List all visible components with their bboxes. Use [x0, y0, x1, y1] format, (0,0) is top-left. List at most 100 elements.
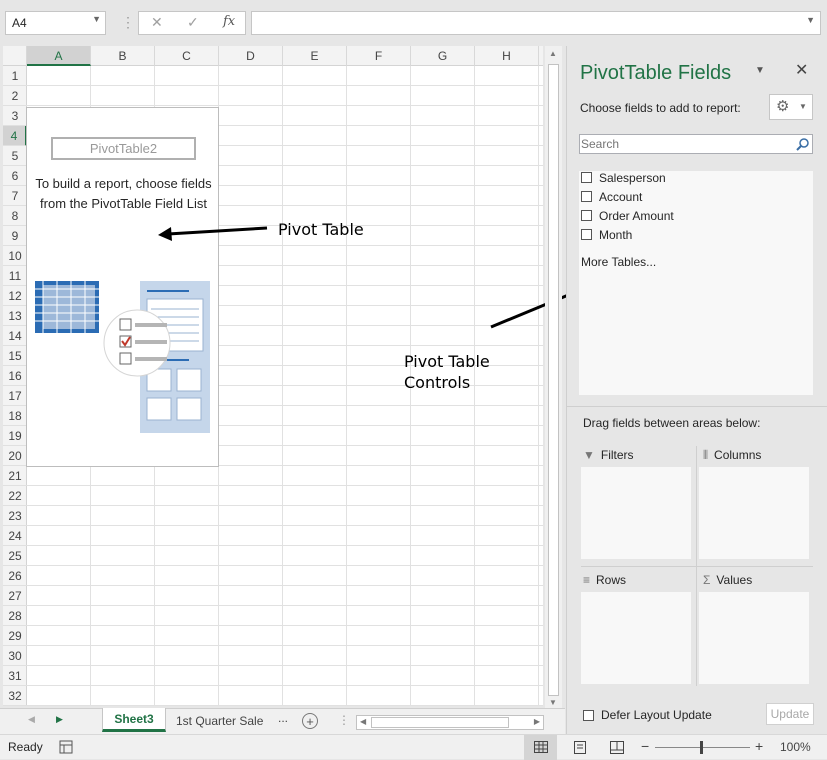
row-header-24[interactable]: 24 [3, 526, 27, 546]
columns-area-header: ⫴ Columns [703, 448, 761, 463]
field-checkbox[interactable] [581, 210, 592, 221]
row-header-8[interactable]: 8 [3, 206, 27, 226]
row-header-29[interactable]: 29 [3, 626, 27, 646]
pane-options-dropdown-icon[interactable]: ▼ [755, 65, 765, 76]
formula-input[interactable]: ▼ [251, 11, 821, 35]
row-header-2[interactable]: 2 [3, 86, 27, 106]
normal-view-button[interactable] [524, 735, 557, 760]
values-drop-area[interactable] [699, 592, 809, 684]
page-layout-view-icon[interactable] [573, 741, 587, 754]
vertical-scroll-thumb[interactable] [548, 64, 559, 696]
more-sheets-icon[interactable]: ... [276, 711, 289, 725]
row-header-13[interactable]: 13 [3, 306, 27, 326]
pivot-table-placeholder[interactable]: PivotTable2 To build a report, choose fi… [26, 107, 219, 467]
row-header-30[interactable]: 30 [3, 646, 27, 666]
row-header-31[interactable]: 31 [3, 666, 27, 686]
name-box[interactable]: A4 ▼ [5, 11, 106, 35]
scroll-left-icon[interactable]: ◀ [360, 717, 366, 726]
zoom-level[interactable]: 100% [780, 740, 811, 754]
scroll-right-icon[interactable]: ▶ [534, 717, 540, 726]
scroll-down-icon[interactable]: ▼ [549, 698, 557, 707]
row-header-17[interactable]: 17 [3, 386, 27, 406]
column-header-a[interactable]: A [27, 46, 91, 66]
row-header-5[interactable]: 5 [3, 146, 27, 166]
row-header-21[interactable]: 21 [3, 466, 27, 486]
row-header-14[interactable]: 14 [3, 326, 27, 346]
new-sheet-icon[interactable]: + [302, 713, 318, 729]
layout-settings-button[interactable]: ⚙ ▼ [769, 94, 813, 120]
field-account[interactable]: Account [581, 187, 642, 206]
row-header-12[interactable]: 12 [3, 286, 27, 306]
select-all-corner[interactable] [3, 46, 27, 66]
row-header-23[interactable]: 23 [3, 506, 27, 526]
column-header-e[interactable]: E [283, 46, 347, 66]
expand-formula-bar-icon[interactable]: ▼ [806, 15, 815, 25]
row-header-26[interactable]: 26 [3, 566, 27, 586]
pivot-table-instructions: To build a report, choose fields from th… [35, 176, 212, 211]
row-header-15[interactable]: 15 [3, 346, 27, 366]
columns-drop-area[interactable] [699, 467, 809, 559]
row-header-28[interactable]: 28 [3, 606, 27, 626]
prev-sheet-icon[interactable]: ◀ [28, 714, 35, 725]
row-header-18[interactable]: 18 [3, 406, 27, 426]
row-header-22[interactable]: 22 [3, 486, 27, 506]
sheet-tab-bar: ◀ ▶ Sheet3 1st Quarter Sale ... + ⋮ ◀ ▶ [0, 708, 565, 734]
sigma-icon: Σ [703, 573, 711, 587]
row-header-10[interactable]: 10 [3, 246, 27, 266]
tab-split-grip-icon[interactable]: ⋮ [338, 713, 350, 727]
row-header-32[interactable]: 32 [3, 686, 27, 706]
row-header-25[interactable]: 25 [3, 546, 27, 566]
row-header-9[interactable]: 9 [3, 226, 27, 246]
macro-record-icon[interactable] [59, 740, 73, 754]
row-header-7[interactable]: 7 [3, 186, 27, 206]
zoom-slider-thumb[interactable] [700, 741, 703, 754]
defer-checkbox[interactable] [583, 709, 594, 721]
row-header-19[interactable]: 19 [3, 426, 27, 446]
field-month[interactable]: Month [581, 225, 632, 244]
field-order-amount[interactable]: Order Amount [581, 206, 674, 225]
field-checkbox[interactable] [581, 172, 592, 183]
row-header-1[interactable]: 1 [3, 66, 27, 86]
zoom-out-icon[interactable]: − [641, 738, 649, 754]
search-icon[interactable] [796, 138, 809, 151]
more-tables-link[interactable]: More Tables... [581, 255, 656, 269]
filters-drop-area[interactable] [581, 467, 691, 559]
close-icon[interactable]: ✕ [795, 60, 808, 80]
column-header-f[interactable]: F [347, 46, 411, 66]
formula-buttons: ✕ ✓ fx [138, 11, 246, 35]
column-header-g[interactable]: G [411, 46, 475, 66]
row-header-11[interactable]: 11 [3, 266, 27, 286]
row-header-4[interactable]: 4 [3, 126, 27, 146]
insert-function-icon[interactable]: fx [223, 14, 235, 29]
search-input[interactable] [581, 136, 786, 152]
row-header-3[interactable]: 3 [3, 106, 27, 126]
horizontal-scrollbar[interactable]: ◀ ▶ [356, 715, 544, 730]
row-header-16[interactable]: 16 [3, 366, 27, 386]
page-break-preview-icon[interactable] [610, 741, 624, 754]
update-button[interactable]: Update [766, 703, 814, 725]
field-salesperson[interactable]: Salesperson [581, 168, 666, 187]
vertical-scrollbar[interactable]: ▲ ▼ [545, 46, 562, 708]
rows-drop-area[interactable] [581, 592, 691, 684]
next-sheet-icon[interactable]: ▶ [56, 714, 63, 725]
name-box-dropdown-icon[interactable]: ▼ [92, 14, 101, 24]
search-box[interactable] [579, 134, 813, 154]
horizontal-scroll-thumb[interactable] [371, 717, 509, 728]
field-checkbox[interactable] [581, 191, 592, 202]
row-header-6[interactable]: 6 [3, 166, 27, 186]
row-header-27[interactable]: 27 [3, 586, 27, 606]
zoom-in-icon[interactable]: + [755, 738, 763, 754]
enter-icon[interactable]: ✓ [187, 14, 199, 31]
cancel-icon[interactable]: ✕ [151, 14, 163, 31]
field-checkbox[interactable] [581, 229, 592, 240]
values-area-header: Σ Values [703, 573, 752, 587]
column-header-h[interactable]: H [475, 46, 539, 66]
column-header-d[interactable]: D [219, 46, 283, 66]
defer-layout-update[interactable]: Defer Layout Update [583, 708, 712, 722]
column-header-c[interactable]: C [155, 46, 219, 66]
column-header-b[interactable]: B [91, 46, 155, 66]
scroll-up-icon[interactable]: ▲ [549, 49, 557, 58]
sheet-tab-sheet3[interactable]: Sheet3 [102, 708, 166, 732]
annotation-pivot-table: Pivot Table [278, 220, 364, 239]
row-header-20[interactable]: 20 [3, 446, 27, 466]
